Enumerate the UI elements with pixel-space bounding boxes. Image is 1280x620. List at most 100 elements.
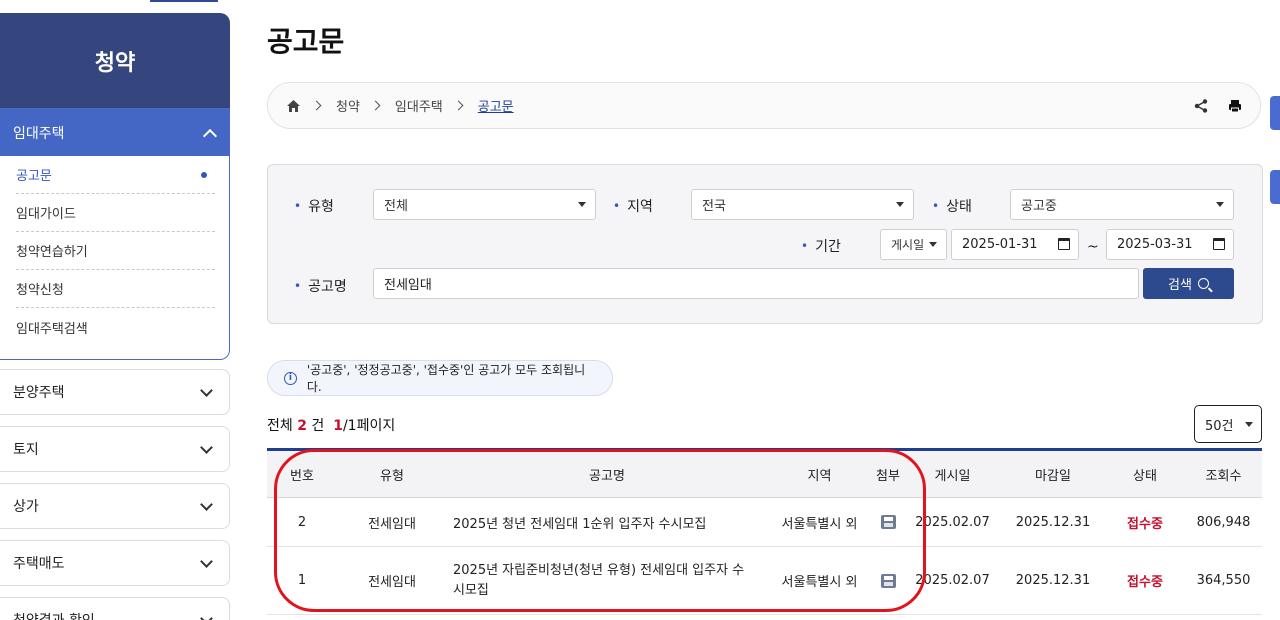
notice-table: 번호 유형 공고명 지역 첨부 게시일 마감일 상태 조회수 2 전세임대 20… [267,448,1262,615]
table-row[interactable]: 2 전세임대 2025년 청년 전세임대 1순위 입주자 수시모집 서울특별시 … [267,498,1262,547]
sidebar-item-label: 청약연습하기 [16,245,88,260]
col-header: 유형 [380,468,404,484]
date-from-input[interactable]: 2025-01-31 [951,229,1079,260]
chevron-right-icon [370,100,381,111]
date-separator: ~ [1087,239,1099,255]
side-panel-tab[interactable] [1270,96,1280,130]
col-header: 번호 [290,468,314,484]
sidebar-group-commercial[interactable]: 상가 [0,483,230,529]
region-select[interactable]: 전국 [691,189,914,220]
breadcrumb-current[interactable]: 공고문 [478,96,514,115]
chevron-right-icon [453,100,464,111]
cell-status: 접수중 [1127,575,1163,590]
col-header: 첨부 [876,468,900,484]
page-title: 공고문 [267,25,345,58]
page-size-select[interactable]: 50건 [1194,405,1262,443]
cell-type: 전세임대 [368,575,416,590]
period-label: • 기간 [801,239,841,255]
cell-views: 364,550 [1196,573,1251,588]
sidebar-item-notice[interactable]: 공고문 [16,156,215,194]
cell-title-link[interactable]: 2025년 자립준비청년(청년 유형) 전세임대 입주자 수시모집 [447,561,767,601]
cell-deadline: 2025.12.31 [1015,573,1091,588]
table-row[interactable]: 1 전세임대 2025년 자립준비청년(청년 유형) 전세임대 입주자 수시모집… [267,547,1262,615]
result-summary: 전체 2 건 1/1페이지 [267,418,396,434]
name-label: • 공고명 [294,279,347,295]
type-label: • 유형 [294,199,334,215]
chevron-down-icon [200,611,213,620]
cell-views: 806,948 [1196,514,1251,530]
sidebar-group-label: 임대주택 [13,125,65,142]
sidebar-item-apply[interactable]: 청약신청 [16,270,215,308]
chevron-down-icon [200,440,213,454]
sidebar-header: 청약 [0,13,230,109]
sidebar-item-guide[interactable]: 임대가이드 [16,194,215,232]
col-header: 상태 [1133,468,1157,484]
cell-posted: 2025.02.07 [915,514,990,530]
home-icon[interactable] [286,99,301,113]
status-label: • 상태 [932,199,972,215]
period-type-select[interactable]: 게시일 [880,229,947,260]
sidebar-group-label: 토지 [13,442,39,458]
chevron-down-icon [200,383,213,397]
col-header: 마감일 [1035,468,1071,484]
chevron-down-icon [200,497,213,511]
region-label: • 지역 [613,199,653,215]
sidebar-group-label: 분양주택 [13,385,65,401]
search-button[interactable]: 검색 [1143,268,1234,299]
sidebar-group-label: 상가 [13,499,39,515]
date-to-input[interactable]: 2025-03-31 [1106,229,1234,260]
cell-status: 접수중 [1127,516,1163,532]
active-dot-icon [201,171,207,178]
chevron-down-icon [200,554,213,568]
sidebar-group-land[interactable]: 토지 [0,426,230,472]
cell-posted: 2025.02.07 [915,573,990,588]
title-search-input[interactable]: 전세임대 [373,268,1139,299]
calendar-icon[interactable] [1213,238,1225,250]
cell-region: 서울특별시 외 [781,575,858,590]
chevron-right-icon [311,100,322,111]
sidebar-menu-rental: 임대주택 공고문 임대가이드 청약연습하기 청약신청 임대주택검색 [0,108,230,360]
cell-no: 2 [297,514,307,530]
chevron-up-icon [202,128,218,143]
cell-type: 전세임대 [368,516,416,532]
breadcrumb-item[interactable]: 임대주택 [395,96,443,115]
sidebar-group-sale[interactable]: 분양주택 [0,369,230,415]
print-icon[interactable] [1228,99,1242,113]
sidebar-group-house-sale[interactable]: 주택매도 [0,540,230,586]
calendar-icon[interactable] [1058,238,1070,250]
share-icon[interactable] [1194,98,1208,113]
table-header: 번호 유형 공고명 지역 첨부 게시일 마감일 상태 조회수 [267,451,1262,498]
sidebar-item-practice[interactable]: 청약연습하기 [16,232,215,270]
breadcrumb-item[interactable]: 청약 [336,96,360,115]
col-header: 공고명 [589,468,625,484]
cell-title-link[interactable]: 2025년 청년 전세임대 1순위 입주자 수시모집 [447,513,767,532]
sidebar-group-label: 청약결과 확인 [13,610,95,620]
info-icon: i [284,371,297,385]
search-filter-panel: • 유형 전체 • 지역 전국 • 상태 공고중 • 기간 게시일 2025-01-31… [267,164,1263,324]
sidebar-title: 청약 [94,51,136,76]
type-select[interactable]: 전체 [373,189,596,220]
sidebar-item-label: 임대주택검색 [16,321,88,337]
sidebar-item-label: 청약신청 [16,283,64,298]
notice-text: '공고중', '정정공고중', '접수중'인 공고가 모두 조회됩니다. [306,363,586,394]
cell-no: 1 [297,573,307,588]
breadcrumb: 청약 임대주택 공고문 [267,82,1261,129]
info-notice: i '공고중', '정정공고중', '접수중'인 공고가 모두 조회됩니다. [267,360,613,396]
col-header: 게시일 [934,468,971,484]
top-indicator [150,0,218,2]
side-panel-tab[interactable] [1270,170,1280,204]
sidebar-group-label: 주택매도 [13,556,65,572]
col-header: 지역 [807,468,832,484]
attachment-icon[interactable] [880,515,896,529]
sidebar-group-rental[interactable]: 임대주택 [0,109,229,156]
cell-deadline: 2025.12.31 [1015,514,1091,530]
col-header: 조회수 [1205,468,1242,484]
cell-region: 서울특별시 외 [781,516,858,532]
sidebar-item-search[interactable]: 임대주택검색 [16,308,215,346]
search-icon [1197,278,1209,289]
sidebar-item-label: 임대가이드 [16,207,76,222]
sidebar-group-results[interactable]: 청약결과 확인 [0,597,230,620]
attachment-icon[interactable] [880,573,896,588]
sidebar-item-label: 공고문 [16,169,52,184]
status-select[interactable]: 공고중 [1010,189,1234,220]
